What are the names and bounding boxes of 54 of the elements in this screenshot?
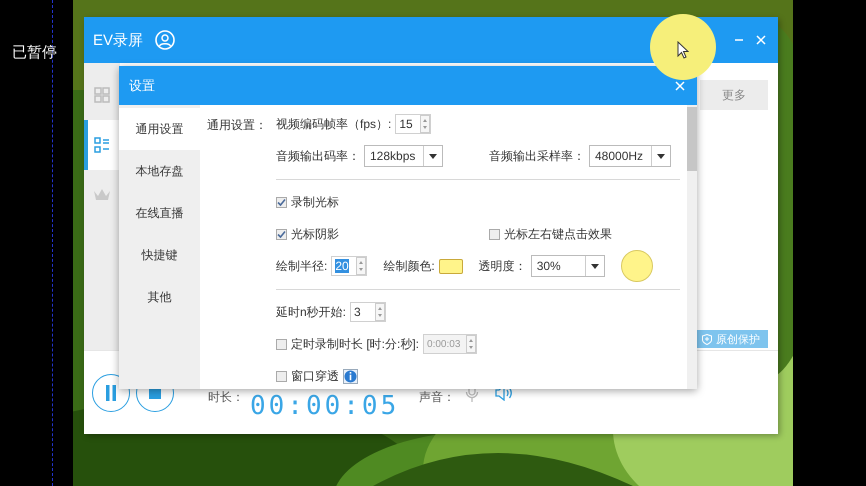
stepper-icon[interactable] [356,257,366,275]
checkbox-label: 录制光标 [291,194,339,210]
checkbox[interactable] [489,228,500,240]
field-label: 延时n秒开始: [276,304,346,320]
timer-display: 00:00:05 [250,393,400,419]
field-label: 绘制半径: [276,258,328,274]
app-title: EV录屏 [93,30,144,50]
field-label: 视频编码帧率（fps）: [276,116,392,132]
caret-icon [429,154,438,158]
close-icon[interactable] [756,35,766,45]
caret-icon [590,264,599,268]
checkbox[interactable] [276,196,287,208]
user-icon[interactable] [155,30,176,50]
grid-icon[interactable] [94,87,110,103]
checkbox-label: 光标左右键点击效果 [504,226,612,242]
section-label: 通用设置： [207,118,267,132]
checkbox-label: 窗口穿透 [291,368,339,384]
number-field[interactable]: 15 [395,114,432,134]
field-label: 音频输出采样率： [489,148,585,164]
scrollbar[interactable] [687,105,697,389]
sound-label: 声音： [419,389,456,406]
checkbox[interactable] [276,228,287,240]
checkbox[interactable] [276,338,287,350]
pause-icon [105,384,117,400]
field-label: 绘制颜色: [383,258,435,274]
field-label: 音频输出码率： [276,148,360,164]
dialog-title: 设置 [129,76,155,94]
number-field[interactable]: 3 [350,302,386,322]
sidebar-item[interactable] [84,120,120,170]
duration-label: 时长： [208,389,244,406]
color-preview [620,250,653,282]
caret-icon [657,154,666,158]
nav-item[interactable]: 本地存盘 [119,150,200,192]
list-icon[interactable] [94,137,110,153]
dropdown[interactable]: 48000Hz [589,145,672,167]
nav-item[interactable]: 其他 [119,276,200,318]
crown-icon[interactable] [93,188,111,202]
info-icon[interactable] [343,368,358,384]
pointer-icon [677,41,689,59]
close-icon[interactable] [675,80,685,90]
shield-icon [702,334,712,344]
nav-item[interactable]: 在线直播 [119,192,200,234]
stepper-icon[interactable] [420,115,430,133]
checkbox[interactable] [276,370,287,382]
nav-item[interactable]: 快捷键 [119,234,200,276]
status-text: 已暂停 [12,43,57,62]
color-swatch[interactable] [438,258,463,274]
dropdown[interactable]: 128kbps [364,145,444,167]
checkbox-label: 光标阴影 [291,226,339,242]
checkbox-label: 定时录制时长 [时:分:秒]: [291,336,420,352]
dropdown[interactable]: 30% [530,255,605,277]
stepper-icon[interactable] [375,303,386,321]
nav-item[interactable]: 通用设置 [119,108,200,150]
field-label: 透明度： [478,258,527,274]
